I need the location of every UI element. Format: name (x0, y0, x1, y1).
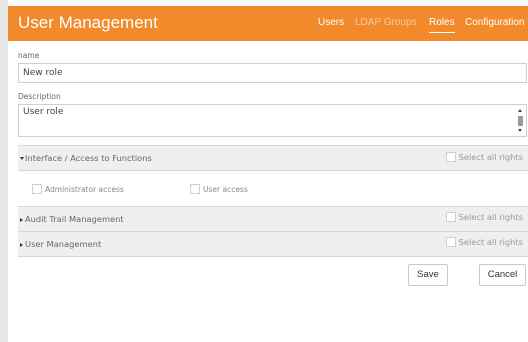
save-button[interactable]: Save (408, 264, 448, 286)
scroll-up-icon[interactable] (518, 109, 522, 112)
description-field[interactable]: User role (18, 104, 527, 137)
app-header: User Management Users LDAP Groups Roles … (8, 6, 528, 41)
nav-configuration[interactable]: Configuration (465, 6, 524, 41)
caret-right-icon (20, 242, 23, 247)
checkbox-icon[interactable] (445, 212, 456, 222)
option-administrator-access[interactable]: Administrator access (32, 184, 124, 194)
checkbox-icon[interactable] (32, 184, 42, 194)
section-interface-access-header[interactable]: Interface / Access to Functions Select a… (18, 145, 528, 171)
name-label: name (18, 51, 40, 60)
select-all-user-management[interactable]: Select all rights (445, 237, 523, 247)
description-label: Description (18, 92, 61, 101)
select-all-audit-trail[interactable]: Select all rights (445, 212, 523, 222)
nav-roles[interactable]: Roles (429, 6, 455, 41)
checkbox-icon[interactable] (445, 152, 456, 162)
app-title: User Management (18, 13, 158, 32)
name-value: New role (23, 68, 63, 78)
description-value: User role (23, 107, 64, 117)
scroll-thumb[interactable] (518, 116, 523, 126)
nav-users[interactable]: Users (318, 6, 344, 41)
select-all-interface-access[interactable]: Select all rights (445, 152, 523, 162)
section-user-management-header[interactable]: User Management Select all rights (18, 231, 528, 257)
cancel-button[interactable]: Cancel (479, 264, 526, 286)
section-audit-trail-title: Audit Trail Management (20, 214, 124, 224)
section-audit-trail-header[interactable]: Audit Trail Management Select all rights (18, 206, 528, 232)
name-field[interactable]: New role (18, 63, 527, 83)
caret-right-icon (20, 217, 23, 222)
option-user-access[interactable]: User access (190, 184, 248, 194)
caret-down-icon (20, 157, 24, 160)
description-scrollbar[interactable] (517, 106, 525, 135)
section-user-management-title: User Management (20, 239, 101, 249)
checkbox-icon[interactable] (445, 237, 456, 247)
main-panel: User Management Users LDAP Groups Roles … (8, 0, 528, 342)
section-interface-access-title: Interface / Access to Functions (20, 153, 152, 163)
nav-ldap-groups[interactable]: LDAP Groups (355, 6, 417, 41)
checkbox-icon[interactable] (190, 184, 200, 194)
scroll-down-icon[interactable] (518, 129, 522, 132)
